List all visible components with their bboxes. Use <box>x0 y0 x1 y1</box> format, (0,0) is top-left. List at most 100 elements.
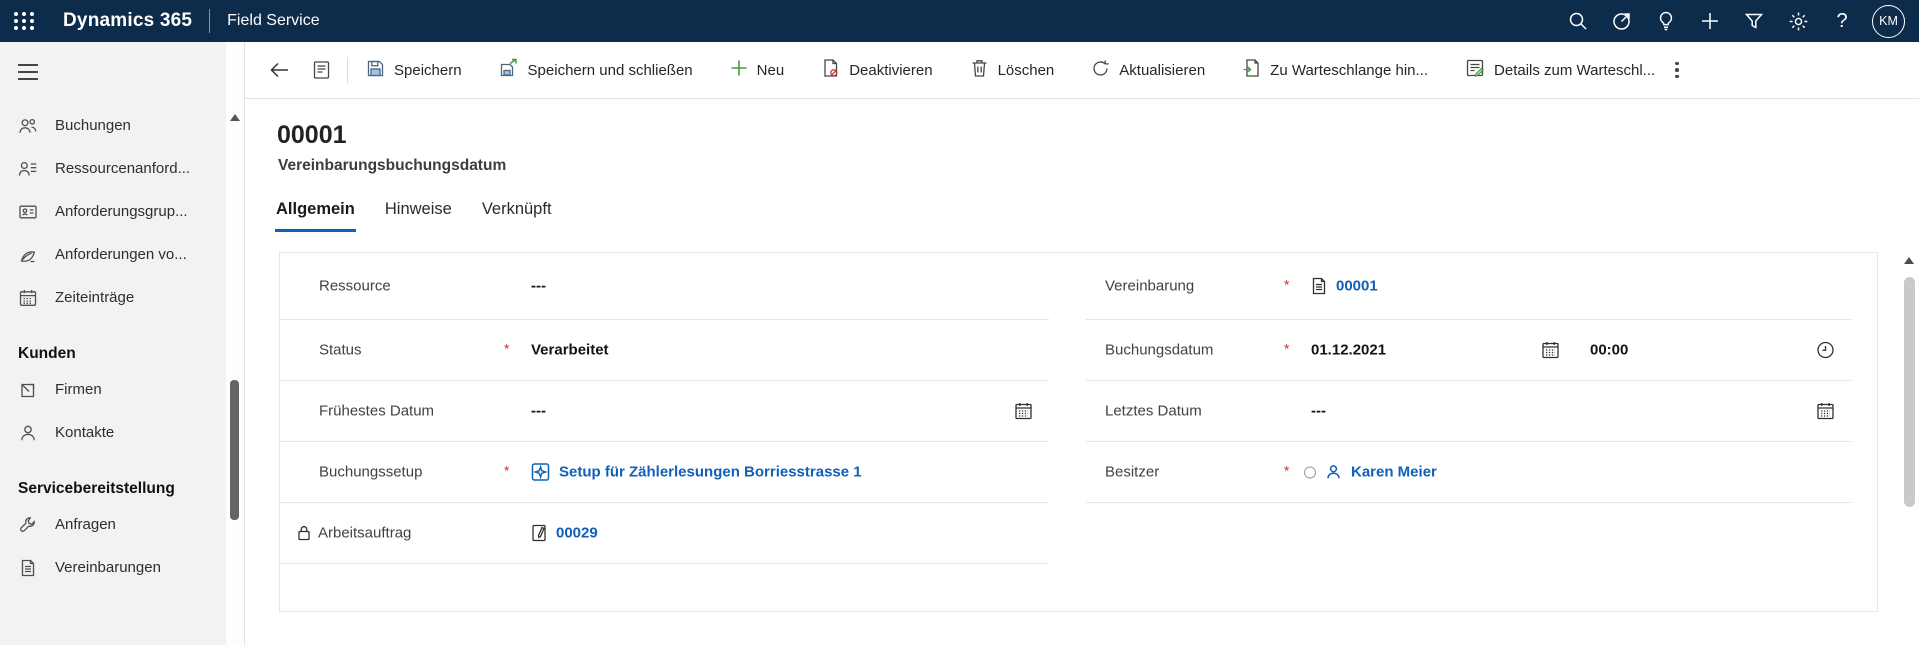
save-and-close-button[interactable]: Speichern und schließen <box>499 58 693 82</box>
required-marker: * <box>504 463 509 479</box>
sidebar-item-label: Kontakte <box>55 424 114 441</box>
save-and-close-label: Speichern und schließen <box>528 62 693 79</box>
more-commands-icon[interactable] <box>1665 56 1689 85</box>
area-title[interactable]: Field Service <box>227 12 319 30</box>
collapse-sitemap-icon[interactable] <box>18 64 227 80</box>
sidebar-item-ressourcenanforderungen[interactable]: Ressourcenanford... <box>0 147 227 190</box>
id-card-icon <box>18 202 38 222</box>
deactivate-label: Deaktivieren <box>849 62 932 79</box>
agreement-link[interactable]: 00001 <box>1336 278 1378 295</box>
queue-details-icon <box>1465 58 1485 82</box>
sidebar-item-anforderungsgruppen[interactable]: Anforderungsgrup... <box>0 190 227 233</box>
title-divider <box>209 9 210 33</box>
plus-icon[interactable] <box>1688 0 1732 42</box>
field-label: Buchungssetup <box>319 464 422 481</box>
content-scrollbar[interactable] <box>1902 251 1917 645</box>
field-value[interactable]: --- <box>531 278 546 295</box>
lock-icon <box>297 525 311 541</box>
queue-add-icon <box>1242 58 1261 82</box>
save-icon <box>366 59 385 82</box>
required-marker: * <box>1284 277 1289 293</box>
form-tabs: Allgemein Hinweise Verknüpft <box>275 197 553 232</box>
people-icon <box>18 116 38 136</box>
field-row-ressource: Ressource --- <box>280 253 1049 320</box>
field-row-besitzer: Besitzer * Karen Meier <box>1086 442 1851 503</box>
back-button[interactable] <box>269 61 290 79</box>
sidebar-item-label: Firmen <box>55 381 102 398</box>
field-row-buchungsdatum: Buchungsdatum * 01.12.2021 00:00 <box>1086 320 1851 381</box>
refresh-button[interactable]: Aktualisieren <box>1091 59 1205 82</box>
trash-icon <box>970 58 989 82</box>
agreement-icon <box>1311 277 1327 296</box>
add-to-queue-button[interactable]: Zu Warteschlange hin... <box>1242 58 1428 82</box>
help-icon[interactable]: ? <box>1820 0 1864 42</box>
sidebar-item-label: Anforderungsgrup... <box>55 203 188 220</box>
general-section-card: Ressource --- Status * Verarbeitet Frühe… <box>279 252 1878 612</box>
scroll-up-arrow-icon[interactable] <box>1904 257 1914 264</box>
scroll-up-arrow-icon[interactable] <box>230 114 240 121</box>
command-bar: Speichern Speichern und schließen Neu De… <box>245 42 1919 99</box>
content-scrollbar-thumb[interactable] <box>1904 277 1915 507</box>
sidebar-item-firmen[interactable]: Firmen <box>0 368 227 411</box>
form-content-area: 00001 Vereinbarungsbuchungsdatum Allgeme… <box>245 99 1919 645</box>
sidebar-item-label: Zeiteinträge <box>55 289 134 306</box>
tab-verknuepft[interactable]: Verknüpft <box>481 197 553 232</box>
deactivate-icon <box>821 58 840 82</box>
save-button[interactable]: Speichern <box>366 59 462 82</box>
sitemap-scrollbar-thumb[interactable] <box>230 380 239 520</box>
sidebar-item-anforderungen-von[interactable]: Anforderungen vo... <box>0 233 227 276</box>
date-value[interactable]: 01.12.2021 <box>1311 342 1386 359</box>
lightbulb-icon[interactable] <box>1644 0 1688 42</box>
sidebar-section-servicebereitstellung: Servicebereitstellung <box>0 480 227 498</box>
sidebar-item-label: Buchungen <box>55 117 131 134</box>
gear-icon[interactable] <box>1776 0 1820 42</box>
tab-allgemein[interactable]: Allgemein <box>275 197 356 232</box>
required-marker: * <box>1284 341 1289 357</box>
clock-icon[interactable] <box>1816 341 1835 360</box>
app-launcher-waffle-icon[interactable] <box>14 12 35 30</box>
sitemap-scrollbar[interactable] <box>226 42 244 645</box>
calendar-icon[interactable] <box>1816 402 1835 421</box>
field-row-arbeitsauftrag: Arbeitsauftrag 00029 <box>280 503 1049 564</box>
filter-icon[interactable] <box>1732 0 1776 42</box>
record-entity-label: Vereinbarungsbuchungsdatum <box>278 157 506 175</box>
field-value[interactable]: Verarbeitet <box>531 342 609 359</box>
sidebar-section-kunden: Kunden <box>0 345 227 363</box>
top-navigation-bar: Dynamics 365 Field Service ? KM <box>0 0 1919 42</box>
owner-person-icon <box>1325 464 1342 481</box>
sidebar-item-zeiteintraege[interactable]: Zeiteinträge <box>0 276 227 319</box>
save-close-icon <box>499 58 519 82</box>
user-avatar[interactable]: KM <box>1872 5 1905 38</box>
field-row-buchungssetup: Buchungssetup * Setup für Zählerlesungen… <box>280 442 1049 503</box>
record-title: 00001 <box>277 121 347 150</box>
calendar-icon[interactable] <box>1541 341 1560 360</box>
field-label: Frühestes Datum <box>319 403 434 420</box>
sidebar-item-kontakte[interactable]: Kontakte <box>0 411 227 454</box>
queue-item-details-label: Details zum Warteschl... <box>1494 62 1655 79</box>
save-label: Speichern <box>394 62 462 79</box>
queue-item-details-button[interactable]: Details zum Warteschl... <box>1465 58 1655 82</box>
field-row-status: Status * Verarbeitet <box>280 320 1049 381</box>
field-value[interactable]: --- <box>531 403 546 420</box>
booking-setup-link[interactable]: Setup für Zählerlesungen Borriesstrasse … <box>559 464 862 481</box>
check-target-icon[interactable] <box>1600 0 1644 42</box>
time-value[interactable]: 00:00 <box>1590 342 1628 359</box>
sidebar-item-buchungen[interactable]: Buchungen <box>0 104 227 147</box>
owner-link[interactable]: Karen Meier <box>1351 464 1437 481</box>
new-button[interactable]: Neu <box>730 59 785 81</box>
app-title: Dynamics 365 <box>63 10 192 32</box>
tab-hinweise[interactable]: Hinweise <box>384 197 453 232</box>
calendar-icon[interactable] <box>1014 402 1033 421</box>
sidebar-item-vereinbarungen[interactable]: Vereinbarungen <box>0 546 227 589</box>
deactivate-button[interactable]: Deaktivieren <box>821 58 932 82</box>
sidebar-item-anfragen[interactable]: Anfragen <box>0 503 227 546</box>
search-icon[interactable] <box>1556 0 1600 42</box>
field-value[interactable]: --- <box>1311 403 1326 420</box>
field-label: Ressource <box>319 278 391 295</box>
field-row-vereinbarung: Vereinbarung * 00001 <box>1086 253 1851 320</box>
person-list-icon <box>18 159 38 179</box>
work-order-link[interactable]: 00029 <box>556 525 598 542</box>
form-selector-icon[interactable] <box>312 60 331 80</box>
wrench-icon <box>18 515 38 535</box>
delete-button[interactable]: Löschen <box>970 58 1055 82</box>
